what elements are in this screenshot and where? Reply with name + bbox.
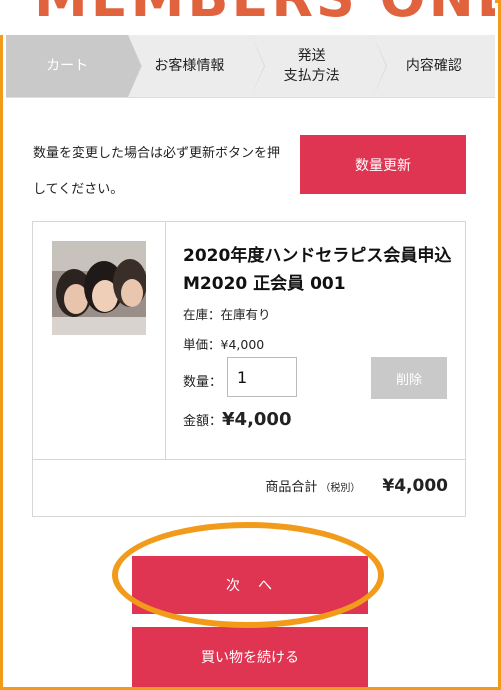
stock-value: 在庫有り xyxy=(220,307,271,322)
continue-shopping-button[interactable]: 買い物を続ける xyxy=(132,627,368,687)
stock-row: 在庫：在庫有り xyxy=(183,304,271,323)
product-image-cell xyxy=(33,222,166,459)
step-customer-info: お客様情報 xyxy=(128,35,265,97)
step-customer-info-label: お客様情報 xyxy=(154,58,225,74)
step-shipping-payment: 発送 支払方法 xyxy=(251,35,387,97)
product-thumbnail xyxy=(52,241,146,335)
subtotal-row: 商品合計 （税別） ¥4,000 xyxy=(265,476,448,496)
step-confirm: 内容確認 xyxy=(373,35,495,97)
cart-item-card: 2020年度ハンドセラピス会員申込 M2020 正会員 001 在庫：在庫有り … xyxy=(32,221,466,517)
checkout-steps: カート お客様情報 発送 支払方法 内容確認 xyxy=(6,35,495,98)
subtotal-value: ¥4,000 xyxy=(382,476,448,496)
update-quantity-button[interactable]: 数量更新 xyxy=(300,135,466,194)
quantity-input[interactable] xyxy=(227,357,297,397)
step-cart: カート xyxy=(6,35,143,97)
step-shipping-label: 発送 xyxy=(297,48,326,64)
stock-label: 在庫： xyxy=(183,307,221,322)
members-banner: MEMBERS ONLY xyxy=(0,0,495,35)
step-payment-label: 支払方法 xyxy=(283,68,340,84)
amount-value: ¥4,000 xyxy=(222,409,292,430)
unit-price-value: ¥4,000 xyxy=(220,337,265,352)
update-notice: 数量を変更した場合は必ず更新ボタンを押してください。 xyxy=(33,146,281,197)
step-cart-label: カート xyxy=(46,58,89,74)
delete-button[interactable]: 削除 xyxy=(371,357,447,399)
quantity-label: 数量： xyxy=(183,375,223,390)
subtotal-label: 商品合計 xyxy=(265,480,318,495)
card-divider xyxy=(33,459,465,460)
step-confirm-label: 内容確認 xyxy=(405,58,462,74)
next-button[interactable]: 次 へ xyxy=(132,556,368,614)
unit-price-label: 単価： xyxy=(183,337,221,352)
tax-note: （税別） xyxy=(320,483,361,494)
unit-price-row: 単価：¥4,000 xyxy=(183,334,264,353)
amount-label: 金額： xyxy=(183,414,223,429)
banner-text: MEMBERS ONLY xyxy=(34,0,495,29)
product-title: 2020年度ハンドセラピス会員申込 M2020 正会員 001 xyxy=(183,246,452,294)
amount-row: 金額：¥4,000 xyxy=(183,409,291,430)
